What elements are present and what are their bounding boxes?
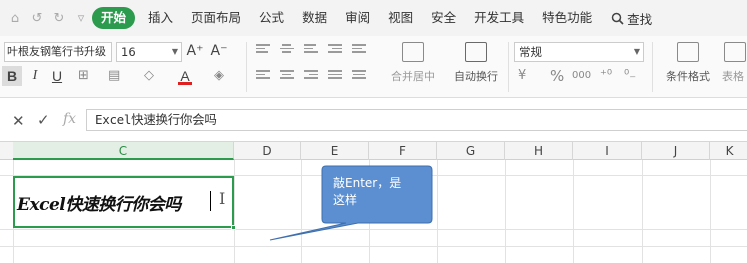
callout-line-1: 敲Enter，是 xyxy=(333,176,402,190)
callout-line-2: 这样 xyxy=(333,193,358,207)
callout-shape xyxy=(269,165,433,241)
callout-text: 敲Enter，是 这样 xyxy=(333,175,429,209)
